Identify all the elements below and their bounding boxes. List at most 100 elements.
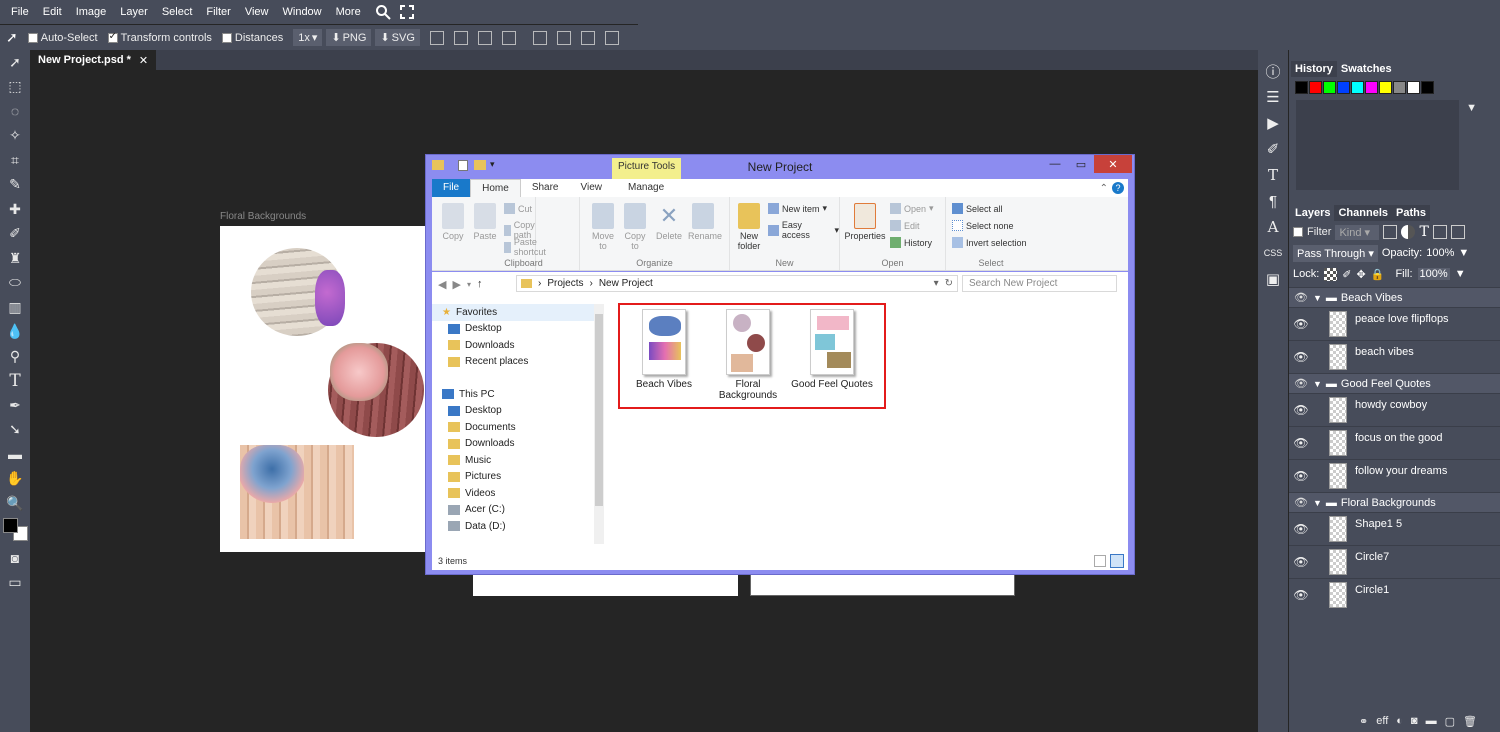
menu-image[interactable]: Image <box>69 0 114 24</box>
paragraph-icon[interactable]: ¶ <box>1258 188 1288 214</box>
effects-button[interactable]: eff <box>1376 715 1388 728</box>
mask-icon[interactable]: ◙ <box>1411 715 1418 728</box>
minimize-button[interactable]: — <box>1042 155 1068 173</box>
tab-channels[interactable]: Channels <box>1334 205 1392 221</box>
marquee-tool-icon[interactable]: ⬚ <box>0 75 30 100</box>
menu-select[interactable]: Select <box>155 0 200 24</box>
menu-filter[interactable]: Filter <box>199 0 237 24</box>
kind-dropdown[interactable]: Kind ▾ <box>1335 224 1380 240</box>
eye-icon[interactable]: 👁 <box>1289 377 1313 390</box>
help-icon[interactable]: ? <box>1112 182 1124 194</box>
eye-icon[interactable]: 👁 <box>1289 496 1313 509</box>
zoom-tool-icon[interactable]: 🔍 <box>0 491 30 516</box>
layer-row[interactable]: 👁 focus on the good <box>1289 426 1500 459</box>
info-icon[interactable]: ⓘ <box>1258 58 1288 84</box>
character-icon[interactable]: T <box>1258 162 1288 188</box>
nav-drive-d[interactable]: Data (D:) <box>432 518 596 535</box>
recent-dropdown-icon[interactable]: ▾ <box>467 280 471 289</box>
filter-type-icon[interactable]: T <box>1419 224 1428 240</box>
fill-dropdown-icon[interactable]: ▼ <box>1455 268 1466 280</box>
forward-icon[interactable]: ▶ <box>452 278 460 291</box>
tab-home[interactable]: Home <box>470 179 521 197</box>
filter-smart-icon[interactable] <box>1450 225 1465 239</box>
invert-selection-button[interactable]: Invert selection <box>952 237 1027 248</box>
tab-manage[interactable]: Manage <box>617 179 675 197</box>
swatch[interactable] <box>1337 81 1350 94</box>
close-icon[interactable]: ✕ <box>139 54 148 67</box>
blend-mode-dropdown[interactable]: Pass Through ▾ <box>1293 244 1378 262</box>
eye-icon[interactable]: 👁 <box>1289 291 1313 304</box>
eye-icon[interactable]: 👁 <box>1289 469 1313 483</box>
align-right-icon[interactable] <box>477 30 492 45</box>
crop-tool-icon[interactable]: ⌗ <box>0 148 30 173</box>
eye-icon[interactable]: 👁 <box>1289 588 1313 602</box>
distribute-icon[interactable] <box>501 30 516 45</box>
layer-group[interactable]: 👁 ▼ ▬ Floral Backgrounds <box>1289 492 1500 512</box>
swatch[interactable] <box>1379 81 1392 94</box>
nav-music[interactable]: Music <box>432 452 596 469</box>
lock-all-icon[interactable]: 🔒 <box>1371 268 1385 281</box>
adjustment-layer-icon[interactable]: ◐ <box>1396 715 1403 728</box>
eye-icon[interactable]: 👁 <box>1289 436 1313 450</box>
swatch[interactable] <box>1393 81 1406 94</box>
delete-button[interactable]: ✕ Delete <box>654 203 684 241</box>
tab-paths[interactable]: Paths <box>1392 205 1430 221</box>
swatch[interactable] <box>1365 81 1378 94</box>
nav-favorites[interactable]: ★ Favorites <box>432 304 596 321</box>
opacity-dropdown-icon[interactable]: ▼ <box>1458 247 1469 259</box>
eye-icon[interactable]: 👁 <box>1289 522 1313 536</box>
search-input[interactable]: Search New Project <box>962 275 1117 292</box>
swatch[interactable] <box>1309 81 1322 94</box>
swatch[interactable] <box>1295 81 1308 94</box>
tab-file[interactable]: File <box>432 179 471 197</box>
folder-good-feel-quotes[interactable]: Good Feel Quotes <box>790 309 874 390</box>
back-icon[interactable]: ◀ <box>438 278 446 291</box>
new-layer-icon[interactable]: ▢ <box>1445 715 1455 728</box>
css-icon[interactable]: CSS <box>1258 240 1288 266</box>
dodge-tool-icon[interactable]: ⚲ <box>0 344 30 369</box>
new-item-button[interactable]: New item ▾ <box>768 203 827 214</box>
layer-row[interactable]: 👁 follow your dreams <box>1289 459 1500 492</box>
artboard-3[interactable] <box>750 574 1015 596</box>
menu-layer[interactable]: Layer <box>113 0 155 24</box>
filter-adjust-icon[interactable] <box>1401 225 1416 239</box>
lock-move-icon[interactable]: ✥ <box>1357 268 1366 281</box>
address-dropdown-icon[interactable]: ▾ <box>934 278 939 289</box>
properties-button[interactable]: Properties <box>844 203 886 241</box>
align-top-icon[interactable] <box>532 30 547 45</box>
move-to-button[interactable]: Move to <box>588 203 618 251</box>
swatch-menu-icon[interactable]: ▼ <box>1466 102 1477 114</box>
export-png-button[interactable]: ⬇ PNG <box>326 29 372 46</box>
eraser-tool-icon[interactable]: ⬭ <box>0 271 30 296</box>
align-middle-icon[interactable] <box>556 30 571 45</box>
lasso-tool-icon[interactable]: ◌ <box>0 99 30 124</box>
nav-downloads[interactable]: Downloads <box>432 337 596 354</box>
artboard-floral[interactable] <box>220 226 428 552</box>
copy-to-button[interactable]: Copy to <box>620 203 650 251</box>
tab-share[interactable]: Share <box>521 179 570 197</box>
nav-videos[interactable]: Videos <box>432 485 596 502</box>
filter-checkbox[interactable] <box>1293 227 1303 237</box>
type-tool-icon[interactable]: T <box>0 369 30 394</box>
align-center-icon[interactable] <box>453 30 468 45</box>
new-group-icon[interactable]: ▬ <box>1426 715 1437 728</box>
menu-edit[interactable]: Edit <box>36 0 69 24</box>
transform-controls-checkbox[interactable]: Transform controls <box>107 31 212 44</box>
paste-button[interactable]: Paste <box>470 203 500 241</box>
filter-image-icon[interactable] <box>1383 225 1398 239</box>
fullscreen-icon[interactable] <box>398 3 416 21</box>
play-icon[interactable]: ▶ <box>1258 110 1288 136</box>
zoom-dropdown[interactable]: 1x ▾ <box>293 29 323 46</box>
nav-pc-downloads[interactable]: Downloads <box>432 436 596 453</box>
edit-button[interactable]: Edit <box>890 220 920 231</box>
export-svg-button[interactable]: ⬇ SVG <box>375 29 420 46</box>
swatch[interactable] <box>1407 81 1420 94</box>
tab-swatches[interactable]: Swatches <box>1336 61 1396 77</box>
chevron-down-icon[interactable]: ▼ <box>1313 379 1322 389</box>
tab-layers[interactable]: Layers <box>1291 205 1335 221</box>
swatch[interactable] <box>1323 81 1336 94</box>
layer-row[interactable]: 👁 Circle7 <box>1289 545 1500 578</box>
eye-icon[interactable]: 👁 <box>1289 317 1313 331</box>
nav-scrollbar[interactable] <box>594 304 604 544</box>
select-all-button[interactable]: Select all <box>952 203 1003 214</box>
